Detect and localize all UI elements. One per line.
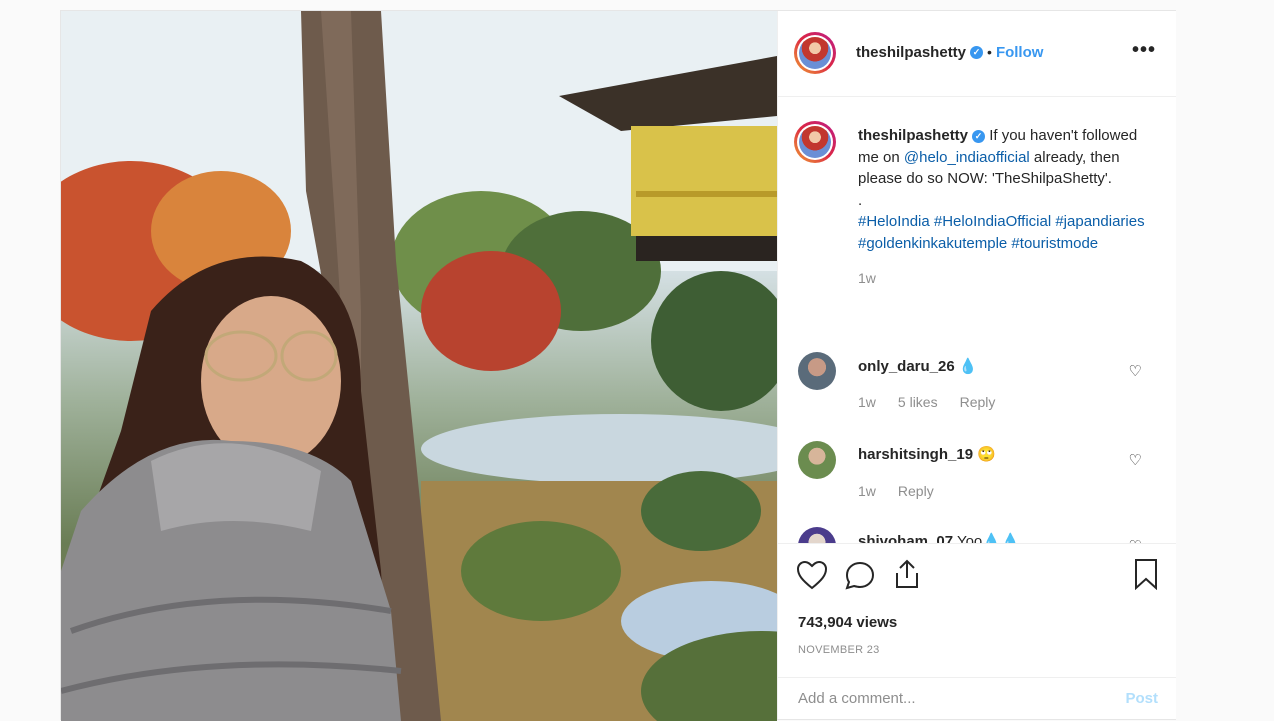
comment-composer: Add a comment... Post <box>778 677 1176 720</box>
like-heart-icon[interactable] <box>796 560 828 595</box>
verified-badge-icon: ✓ <box>972 129 986 143</box>
hashtags[interactable]: #HeloIndia #HeloIndiaOfficial #japandiar… <box>858 213 1145 252</box>
post-sidebar: theshilpashetty ✓ • Follow ••• theshilpashe… <box>777 11 1176 719</box>
comment-time[interactable]: 1w <box>858 394 876 410</box>
caption: theshilpashetty ✓ If you haven't followed… <box>858 125 1158 290</box>
comment-username[interactable]: shivoham_07 <box>858 533 953 543</box>
caption-time[interactable]: 1w <box>858 270 876 286</box>
comments-list[interactable]: theshilpashetty ✓ If you haven't followed… <box>778 97 1176 543</box>
verified-badge-icon: ✓ <box>970 46 984 60</box>
post-date[interactable]: NOVEMBER 23 <box>798 644 880 656</box>
comment-time[interactable]: 1w <box>858 483 876 499</box>
mention-link[interactable]: @helo_indiaofficial <box>904 149 1030 166</box>
bookmark-icon[interactable] <box>1132 558 1160 595</box>
comment-likes[interactable]: 5 likes <box>898 394 938 410</box>
author-username[interactable]: theshilpashetty <box>856 44 966 61</box>
separator-dot: • <box>987 44 992 60</box>
author-avatar[interactable] <box>794 32 836 74</box>
comment-username[interactable]: harshitsingh_19 <box>858 446 973 463</box>
caption-username[interactable]: theshilpashetty <box>858 127 968 144</box>
post-header: theshilpashetty ✓ • Follow ••• <box>778 11 1176 97</box>
comment-text: 💧 <box>958 358 978 375</box>
comment-text: 🙄 <box>977 446 996 463</box>
caption-dot: . <box>858 191 863 209</box>
like-comment-icon[interactable]: ♡ <box>1129 362 1142 380</box>
action-bar: 743,904 views NOVEMBER 23 <box>778 543 1176 678</box>
view-count[interactable]: 743,904 views <box>798 614 897 631</box>
post-comment-button[interactable]: Post <box>1125 690 1158 707</box>
more-options-icon[interactable]: ••• <box>1132 39 1156 62</box>
add-comment-input[interactable]: Add a comment... <box>798 690 916 707</box>
post-video[interactable] <box>61 11 777 721</box>
post-card: theshilpashetty ✓ • Follow ••• theshilpashe… <box>60 10 1176 721</box>
follow-button[interactable]: Follow <box>996 44 1044 61</box>
video-frame-illustration <box>61 11 777 721</box>
reply-button[interactable]: Reply <box>898 483 934 499</box>
like-comment-icon[interactable]: ♡ <box>1129 451 1142 469</box>
comment-avatar[interactable] <box>798 527 836 543</box>
comment-username[interactable]: only_daru_26 <box>858 358 955 375</box>
comment-avatar[interactable] <box>798 352 836 390</box>
comment-avatar[interactable] <box>798 441 836 479</box>
caption-avatar[interactable] <box>794 121 836 163</box>
comment-bubble-icon[interactable] <box>844 560 876 595</box>
share-icon[interactable] <box>892 558 922 595</box>
reply-button[interactable]: Reply <box>960 394 996 410</box>
comment-text: Yoo💧💧 <box>956 533 1020 543</box>
